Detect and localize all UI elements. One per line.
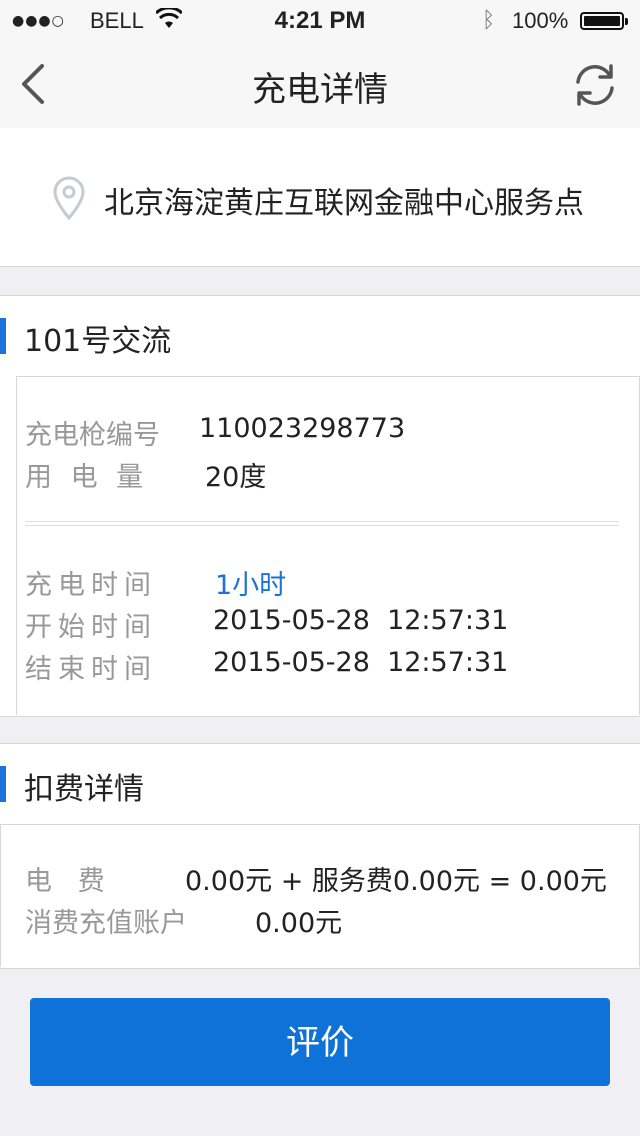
charge-detail-card: 101号交流 充电枪编号 110023298773 用 电 量 20度 充电时间… <box>0 295 640 717</box>
charge-section-header: 101号交流 <box>0 296 640 376</box>
battery-icon <box>580 12 628 30</box>
section-accent-bar <box>0 766 6 802</box>
power-usage-label: 用 电 量 <box>25 462 144 493</box>
fee-info-panel: 电 费 0.00元 + 服务费0.00元 = 0.00元 消费充值账户 0.00… <box>0 824 640 967</box>
navigation-bar: 充电详情 <box>0 40 640 129</box>
end-time-label: 结束时间 <box>25 654 157 685</box>
bluetooth-icon: ᛒ <box>482 8 496 33</box>
end-time-value: 2015-05-28 12:57:31 <box>213 647 509 678</box>
charge-duration-row: 充电时间 1小时 <box>25 563 286 602</box>
charge-info-panel: 充电枪编号 110023298773 用 电 量 20度 充电时间 1小时 开始… <box>16 376 640 715</box>
fee-row: 电 费 0.00元 + 服务费0.00元 = 0.00元 <box>25 859 607 898</box>
rate-button[interactable]: 评价 <box>30 998 610 1086</box>
fee-label: 电 费 <box>25 866 105 897</box>
end-time-row: 结束时间 2015-05-28 12:57:31 <box>25 647 508 686</box>
section-divider <box>25 521 619 526</box>
station-location: 北京海淀黄庄互联网金融中心服务点 <box>0 128 640 267</box>
fee-section-header: 扣费详情 <box>0 744 640 824</box>
section-accent-bar <box>0 318 6 354</box>
charge-duration-value: 1小时 <box>215 570 287 601</box>
account-value: 0.00元 <box>255 908 343 939</box>
gun-number-row: 充电枪编号 110023298773 <box>25 413 405 452</box>
power-usage-value: 20度 <box>205 462 267 493</box>
start-time-label: 开始时间 <box>25 612 157 643</box>
start-time-row: 开始时间 2015-05-28 12:57:31 <box>25 605 508 644</box>
page-title: 充电详情 <box>252 70 388 110</box>
start-time-value: 2015-05-28 12:57:31 <box>213 605 509 636</box>
fee-value: 0.00元 + 服务费0.00元 = 0.00元 <box>185 866 607 897</box>
account-label: 消费充值账户 <box>25 908 187 939</box>
battery-percent: 100% <box>512 8 569 33</box>
gun-number-value: 110023298773 <box>199 413 406 444</box>
gun-number-label: 充电枪编号 <box>25 420 160 451</box>
refresh-icon[interactable] <box>570 60 620 110</box>
location-pin-icon <box>52 176 86 221</box>
fee-detail-card: 扣费详情 电 费 0.00元 + 服务费0.00元 = 0.00元 消费充值账户… <box>0 743 640 969</box>
station-name: 北京海淀黄庄互联网金融中心服务点 <box>104 186 584 221</box>
power-usage-row: 用 电 量 20度 <box>25 455 266 494</box>
account-row: 消费充值账户 0.00元 <box>25 901 342 940</box>
status-bar: ●●●○ BELL 4:21 PM ᛒ 100% <box>0 0 640 40</box>
fee-section-title: 扣费详情 <box>24 772 144 807</box>
charge-duration-label: 充电时间 <box>25 570 157 601</box>
charge-section-title: 101号交流 <box>24 324 172 359</box>
